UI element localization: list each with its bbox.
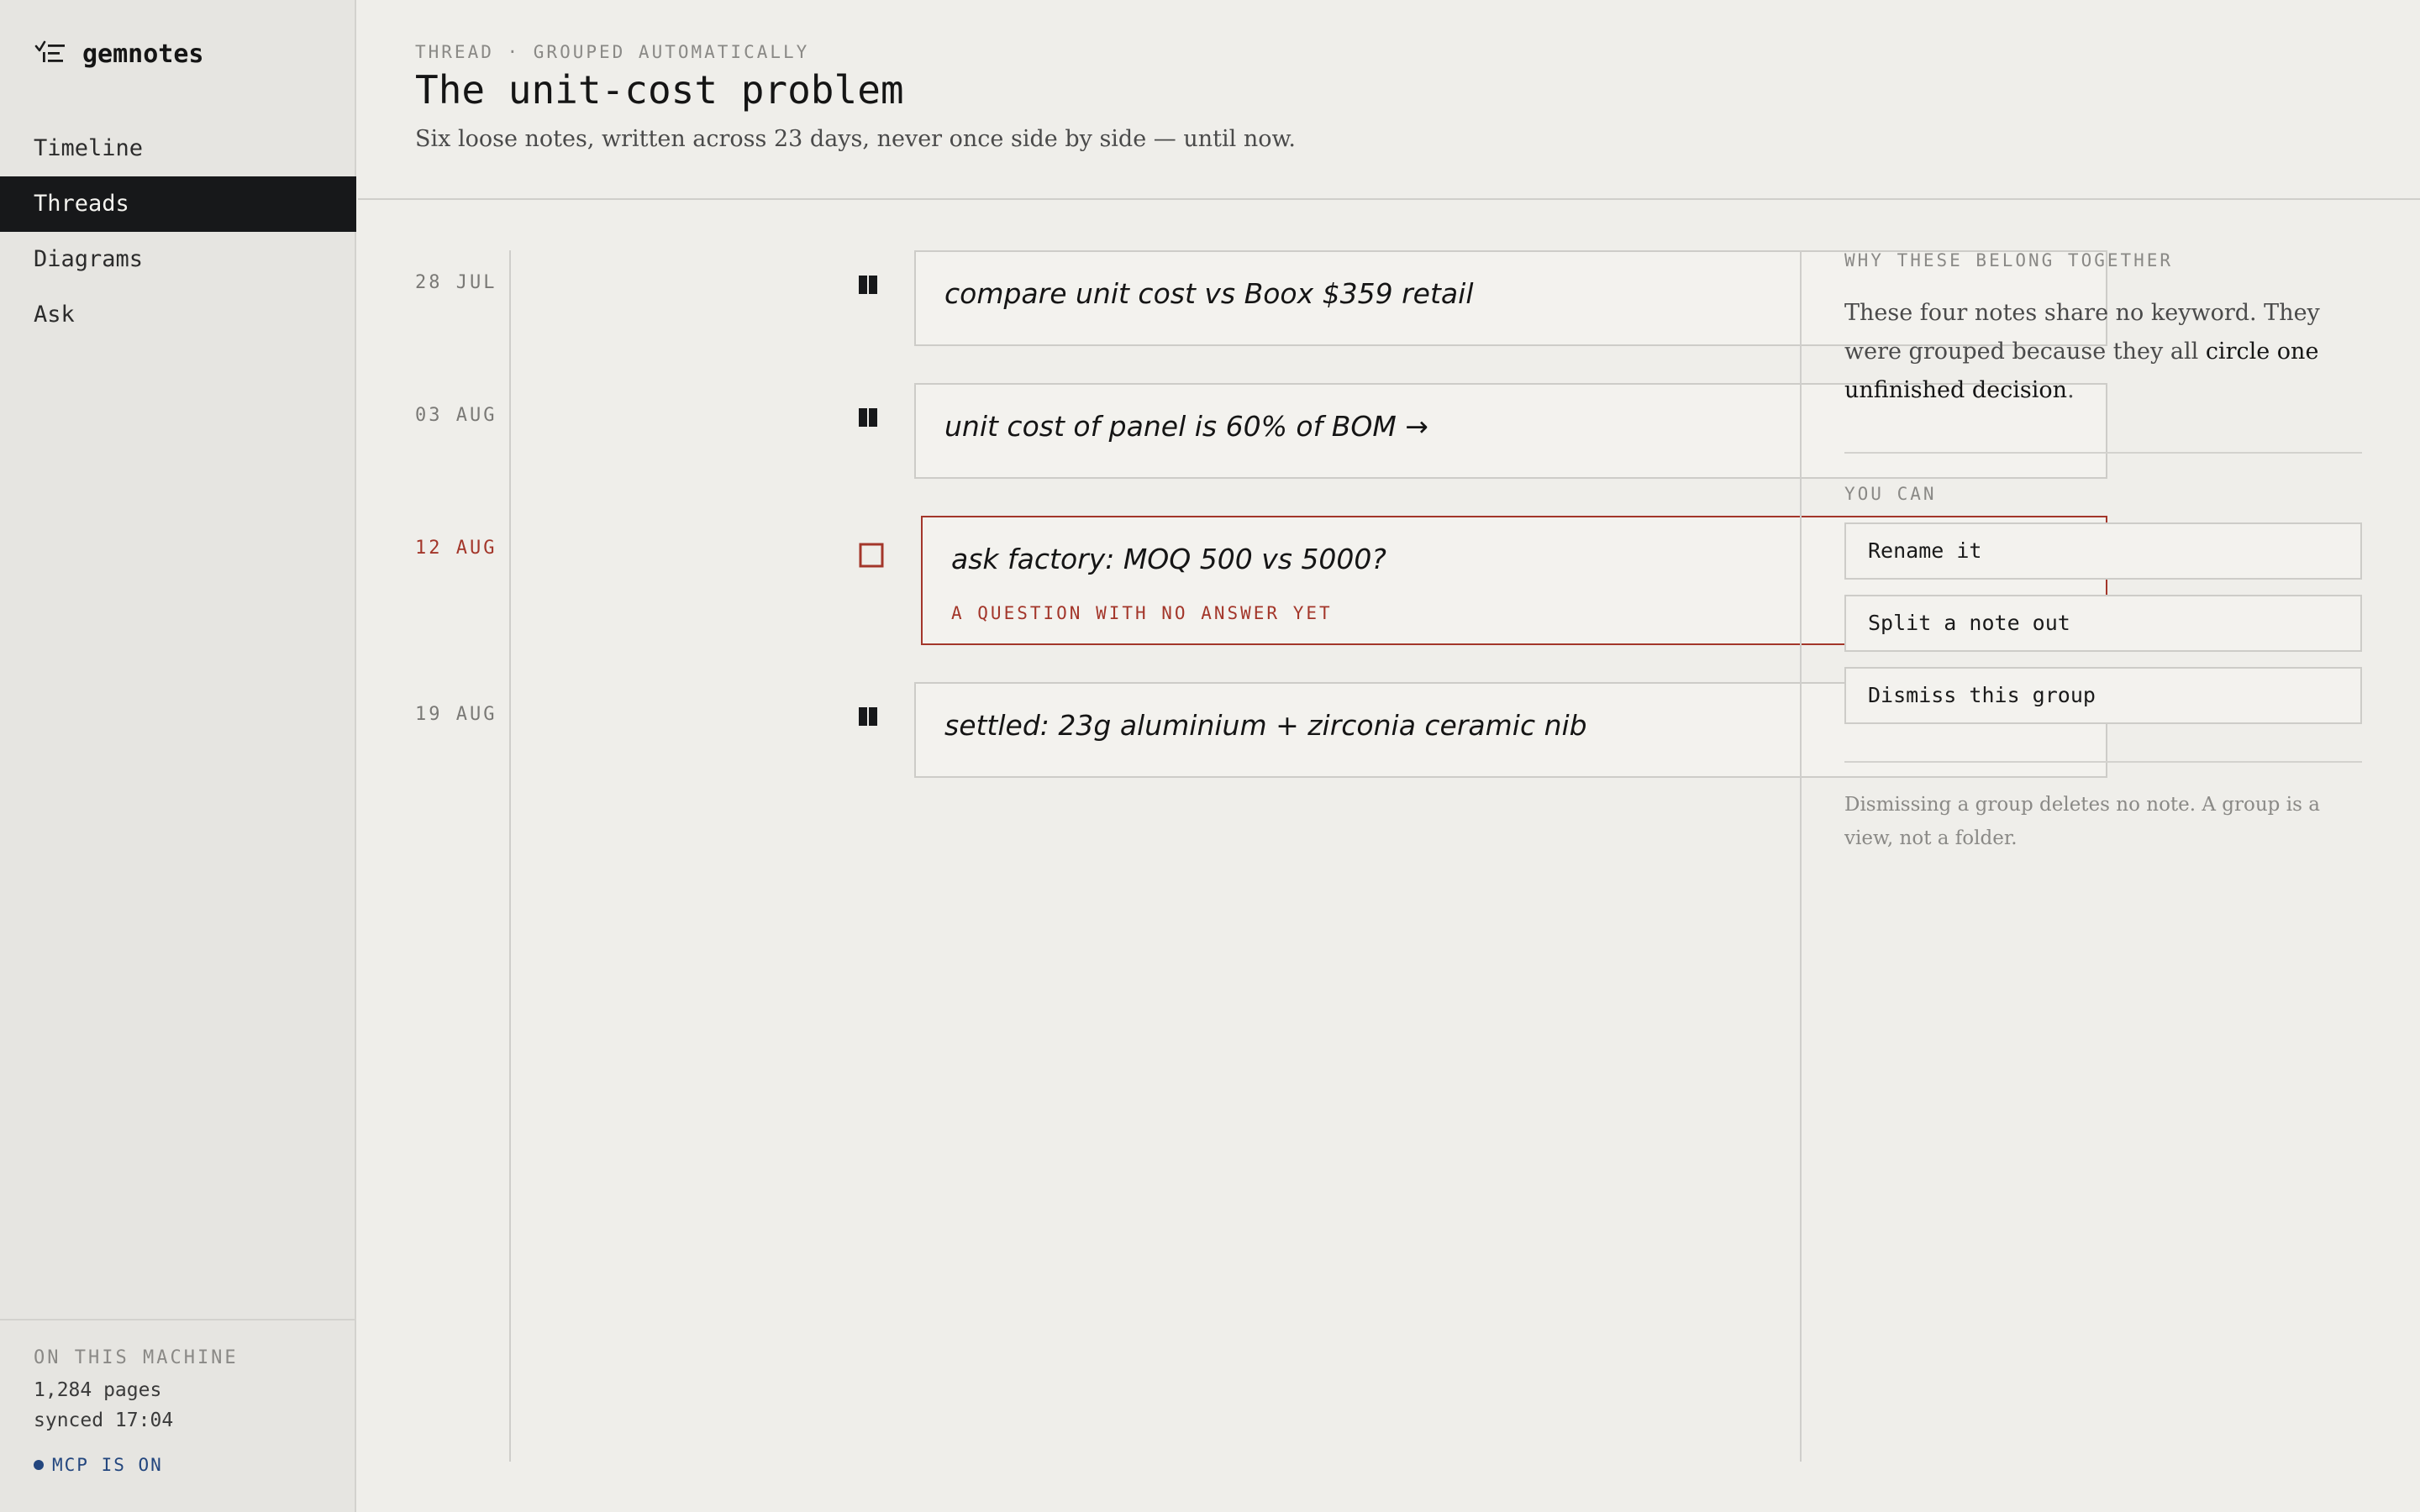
settled-marker-icon: [859, 408, 877, 427]
divider: [1844, 452, 2362, 454]
settled-marker-icon: [859, 707, 877, 726]
entry-date: 28 JUL: [415, 272, 497, 293]
note-text: settled: 23g aluminium + zirconia cerami…: [944, 709, 1587, 742]
entry-date: 12 AUG: [415, 538, 497, 559]
checklist-icon: [34, 40, 65, 62]
note-text: ask factory: MOQ 500 vs 5000?: [951, 543, 1386, 575]
thread-header: THREAD · GROUPED AUTOMATICALLY The unit-…: [358, 0, 2420, 200]
panel-rule: [1800, 250, 1802, 1462]
you-can-label: YOU CAN: [1844, 484, 1937, 504]
entry-date: 03 AUG: [415, 405, 497, 426]
why-text-tail: .: [2067, 377, 2075, 403]
nav-item-diagrams[interactable]: Diagrams: [0, 232, 356, 287]
note-text: unit cost of panel is 60% of BOM →: [944, 410, 1428, 443]
nav-item-ask[interactable]: Ask: [0, 287, 356, 343]
page-subtitle: Six loose notes, written across 23 days,…: [415, 126, 1296, 152]
mcp-status-label: MCP IS ON: [52, 1455, 163, 1475]
dismiss-note: Dismissing a group deletes no note. A gr…: [1844, 794, 2320, 849]
thread-eyebrow: THREAD · GROUPED AUTOMATICALLY: [415, 42, 810, 62]
divider: [1844, 761, 2362, 763]
rename-button[interactable]: Rename it: [1844, 522, 2362, 580]
machine-status-label: ON THIS MACHINE: [34, 1347, 239, 1368]
page-title: The unit-cost problem: [415, 67, 904, 113]
entry-date: 19 AUG: [415, 704, 497, 725]
settled-marker-icon: [859, 276, 877, 294]
split-note-button[interactable]: Split a note out: [1844, 595, 2362, 652]
sidebar: gemnotes Timeline Threads Diagrams Ask O…: [0, 0, 356, 1512]
mcp-status[interactable]: MCP IS ON: [34, 1455, 163, 1475]
main-nav: Timeline Threads Diagrams Ask: [0, 121, 356, 343]
open-marker-icon: [859, 543, 884, 568]
app-name: gemnotes: [82, 39, 204, 69]
nav-item-timeline[interactable]: Timeline: [0, 121, 356, 176]
status-dot-icon: [34, 1460, 44, 1470]
open-question-note: A QUESTION WITH NO ANSWER YET: [951, 603, 1333, 623]
dismiss-group-button[interactable]: Dismiss this group: [1844, 667, 2362, 724]
timeline-rule: [509, 250, 511, 1462]
sync-time: synced 17:04: [34, 1410, 174, 1431]
why-text: These four notes share no keyword. They …: [1844, 294, 2362, 410]
nav-item-threads[interactable]: Threads: [0, 176, 356, 232]
why-label: WHY THESE BELONG TOGETHER: [1844, 250, 2174, 270]
note-text: compare unit cost vs Boox $359 retail: [944, 277, 1474, 310]
page-count: 1,284 pages: [34, 1379, 162, 1401]
machine-status: ON THIS MACHINE 1,284 pages synced 17:04…: [0, 1319, 355, 1512]
brand[interactable]: gemnotes: [34, 37, 204, 71]
